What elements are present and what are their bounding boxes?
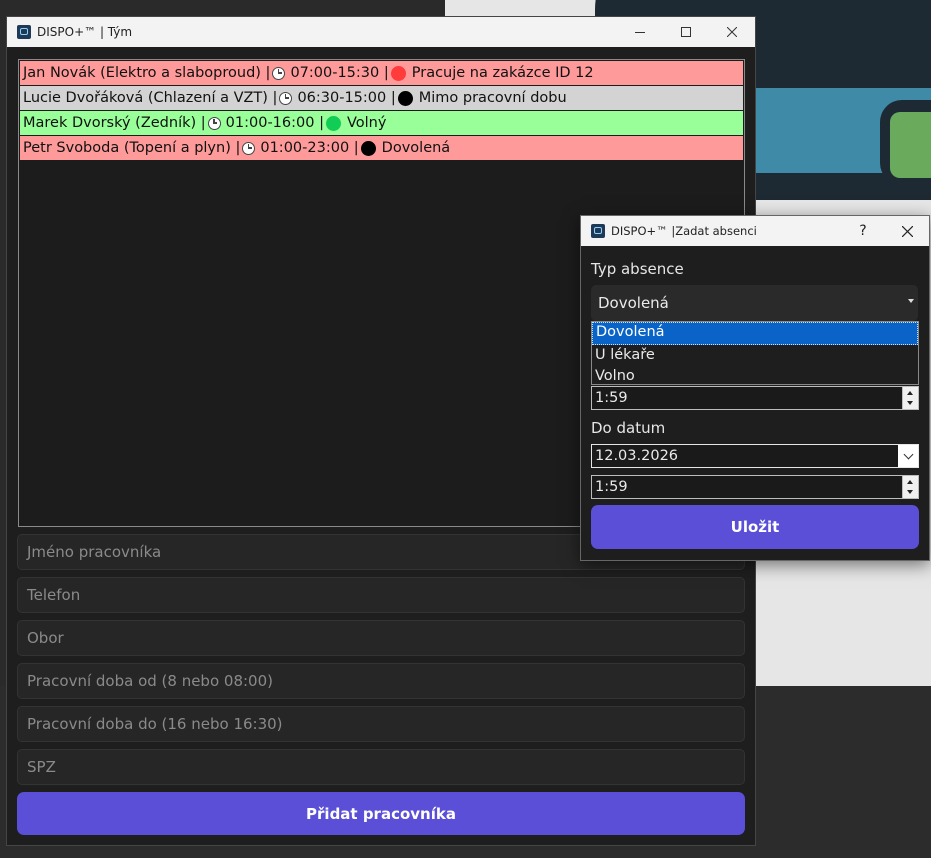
spin-down-icon[interactable] xyxy=(907,490,913,494)
to-date-input[interactable]: 12.03.2026 xyxy=(591,444,919,468)
dropdown-arrow-icon xyxy=(908,299,914,303)
worker-hours: 01:00-23:00 | xyxy=(260,140,359,156)
help-button[interactable]: ? xyxy=(841,216,885,246)
date-picker-button[interactable] xyxy=(898,445,918,467)
save-button[interactable]: Uložit xyxy=(591,505,919,549)
clock-icon xyxy=(272,66,286,80)
help-icon: ? xyxy=(859,223,867,239)
absence-type-dropdown: Dovolená U lékaře Volno xyxy=(591,321,919,385)
dialog-close-button[interactable] xyxy=(885,216,929,246)
status-dot-icon xyxy=(397,90,413,106)
from-time-spinner[interactable] xyxy=(902,387,918,409)
worker-name: Marek Dvorský (Zedník) | xyxy=(23,115,206,131)
hours-to-input[interactable]: Pracovní doba do (16 nebo 16:30) xyxy=(17,706,745,742)
app-icon xyxy=(591,224,605,238)
clock-icon xyxy=(279,91,293,105)
maximize-icon xyxy=(681,27,691,37)
absence-type-label: Typ absence xyxy=(591,260,684,278)
to-time-value: 1:59 xyxy=(595,479,628,495)
hours-from-input[interactable]: Pracovní doba od (8 nebo 08:00) xyxy=(17,663,745,699)
spin-up-icon[interactable] xyxy=(907,391,913,395)
worker-name: Lucie Dvořáková (Chlazení a VZT) | xyxy=(23,90,278,106)
status-dot-icon xyxy=(325,115,341,131)
from-time-input[interactable]: 1:59 xyxy=(591,386,919,410)
worker-hours: 01:00-16:00 | xyxy=(225,115,324,131)
plate-input[interactable]: SPZ xyxy=(17,749,745,785)
spin-up-icon[interactable] xyxy=(907,480,913,484)
absence-dialog: DISPO+™ |Zadat absenci ? Typ absence Dov… xyxy=(580,215,930,561)
close-icon xyxy=(727,27,737,37)
worker-hours: 07:00-15:30 | xyxy=(290,65,389,81)
team-window-title: DISPO+™ | Tým xyxy=(37,25,133,39)
worker-hours: 06:30-15:00 | xyxy=(297,90,396,106)
window-controls xyxy=(617,17,755,47)
to-time-spinner[interactable] xyxy=(902,476,918,498)
absence-option-doctor[interactable]: U lékaře xyxy=(592,345,918,366)
team-row[interactable]: Petr Svoboda (Topení a plyn) | 01:00-23:… xyxy=(20,136,743,160)
from-time-value: 1:59 xyxy=(595,390,628,406)
team-row[interactable]: Lucie Dvořáková (Chlazení a VZT) | 06:30… xyxy=(20,86,743,110)
absence-option-leave[interactable]: Volno xyxy=(592,366,918,387)
worker-status: Volný xyxy=(346,115,387,131)
close-button[interactable] xyxy=(709,17,755,47)
spin-down-icon[interactable] xyxy=(907,401,913,405)
absence-option-vacation[interactable]: Dovolená xyxy=(592,322,918,345)
absence-type-value: Dovolená xyxy=(598,294,669,312)
to-date-label: Do datum xyxy=(591,419,666,437)
absence-dialog-title: DISPO+™ |Zadat absenci xyxy=(611,224,757,238)
wallpaper-logo-accent xyxy=(890,112,931,178)
worker-name: Petr Svoboda (Topení a plyn) | xyxy=(23,140,241,156)
clock-icon xyxy=(242,141,256,155)
absence-type-select[interactable]: Dovolená xyxy=(591,285,918,321)
status-dot-icon xyxy=(360,140,376,156)
maximize-button[interactable] xyxy=(663,17,709,47)
absence-dialog-titlebar[interactable]: DISPO+™ |Zadat absenci ? xyxy=(581,216,929,246)
worker-name: Jan Novák (Elektro a slaboproud) | xyxy=(23,65,271,81)
worker-status: Pracuje na zakázce ID 12 xyxy=(411,65,594,81)
worker-status: Mimo pracovní dobu xyxy=(418,90,567,106)
app-icon xyxy=(17,25,31,39)
dialog-controls: ? xyxy=(841,216,929,246)
minimize-icon xyxy=(635,32,645,33)
worker-status: Dovolená xyxy=(381,140,451,156)
to-date-value: 12.03.2026 xyxy=(595,448,679,464)
add-worker-button[interactable]: Přidat pracovníka xyxy=(17,792,745,835)
field-input[interactable]: Obor xyxy=(17,620,745,656)
status-dot-icon xyxy=(390,65,406,81)
close-icon xyxy=(901,225,913,237)
chevron-down-icon xyxy=(903,449,913,460)
team-row[interactable]: Marek Dvorský (Zedník) | 01:00-16:00 | V… xyxy=(20,111,743,135)
to-time-input[interactable]: 1:59 xyxy=(591,475,919,499)
phone-input[interactable]: Telefon xyxy=(17,577,745,613)
clock-icon xyxy=(207,116,221,130)
team-window-titlebar[interactable]: DISPO+™ | Tým xyxy=(7,17,755,47)
team-row[interactable]: Jan Novák (Elektro a slaboproud) | 07:00… xyxy=(20,61,743,85)
minimize-button[interactable] xyxy=(617,17,663,47)
